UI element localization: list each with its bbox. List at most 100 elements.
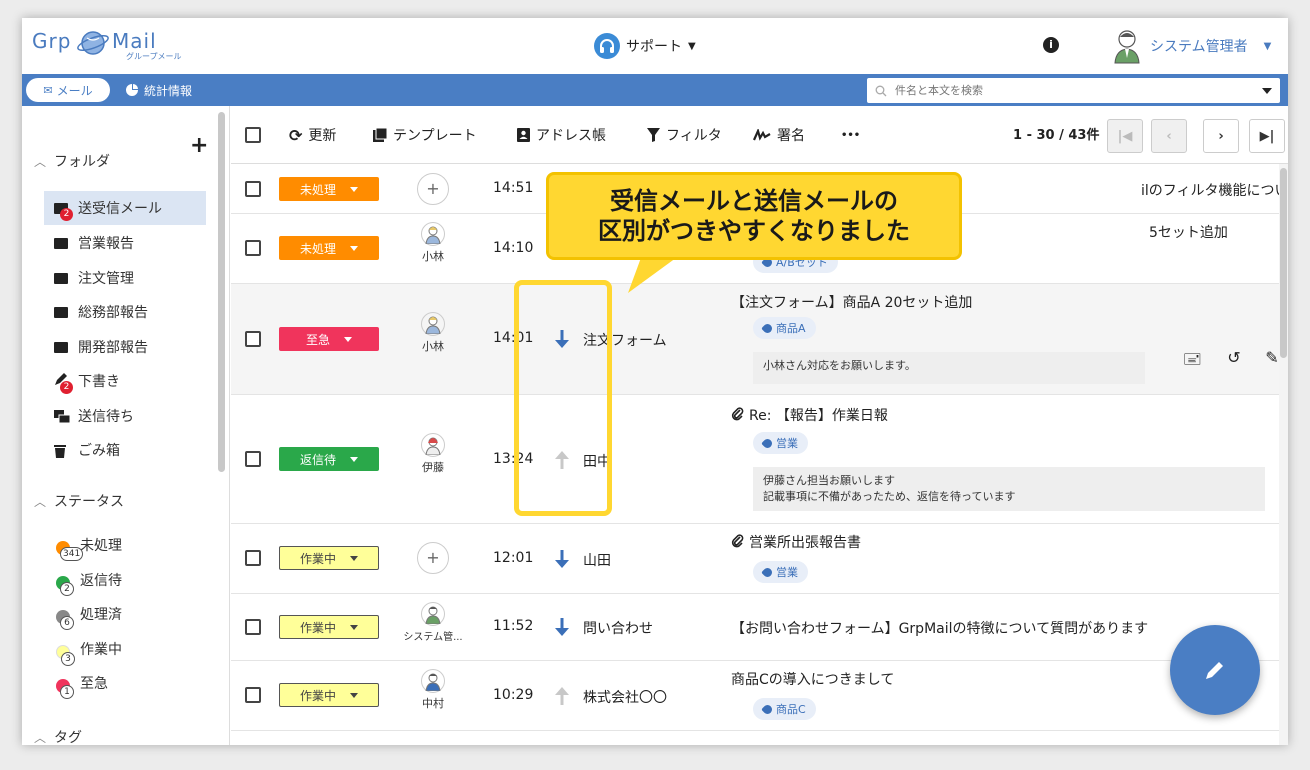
status-dropdown[interactable]: 作業中: [279, 615, 379, 639]
assignee-name: 中村: [422, 697, 444, 710]
status-value: 作業中: [299, 688, 336, 703]
info-icon[interactable]: i: [1043, 37, 1059, 53]
mail-tag[interactable]: 営業: [753, 432, 808, 454]
folder-icon: [54, 272, 68, 284]
caret-down-icon: [350, 245, 358, 251]
template-button[interactable]: テンプレート: [373, 124, 477, 146]
folder-label: 送受信メール: [78, 201, 162, 217]
more-actions-button[interactable]: •••: [841, 124, 860, 146]
folders-section-header[interactable]: ︿ フォルダ: [34, 150, 110, 172]
callout-line: 受信メールと送信メールの: [610, 187, 898, 215]
logo-text-left: Grp: [32, 29, 72, 53]
filter-button[interactable]: フィルタ: [647, 124, 722, 146]
sidebar-item-general-affairs[interactable]: 総務部報告: [44, 295, 206, 329]
mail-row[interactable]: 作業中 + 12:01 山田 営業所出張報告書 営業: [231, 524, 1279, 594]
row-checkbox[interactable]: [245, 619, 261, 635]
assignee-avatar[interactable]: 小林: [415, 312, 451, 354]
tab-mail[interactable]: ✉ メール: [26, 78, 110, 102]
sidebar-item-outbox-pending[interactable]: 送信待ち: [44, 399, 206, 433]
mail-tag[interactable]: 商品C: [753, 698, 816, 720]
status-dropdown[interactable]: 作業中: [279, 546, 379, 570]
sidebar-item-order-management[interactable]: 注文管理: [44, 261, 206, 295]
history-icon[interactable]: ↺: [1225, 348, 1243, 367]
sidebar-status-unprocessed[interactable]: 341 未処理: [56, 531, 122, 565]
select-all-checkbox[interactable]: [245, 127, 261, 143]
compose-button[interactable]: [1170, 625, 1260, 715]
mail-subject: Re: 【報告】作業日報: [749, 408, 888, 424]
mail-row[interactable]: 作業中 中村 10:29 株式会社〇〇 商品Cの導入につきまして 商品C: [231, 661, 1279, 731]
mail-from: 問い合わせ: [583, 621, 653, 637]
tab-stats[interactable]: 統計情報: [126, 78, 192, 102]
row-checkbox[interactable]: [245, 550, 261, 566]
pencil-icon: [1206, 662, 1223, 679]
sidebar-item-drafts[interactable]: 2 下書き: [44, 364, 206, 398]
status-dropdown[interactable]: 返信待: [279, 447, 379, 471]
sidebar-item-inbox-outbox[interactable]: 2 送受信メール: [44, 191, 206, 225]
sidebar-item-development[interactable]: 開発部報告: [44, 330, 206, 364]
status-label: 作業中: [80, 642, 122, 658]
search-input[interactable]: [895, 84, 1255, 97]
address-book-button[interactable]: アドレス帳: [517, 124, 606, 146]
last-page-icon: ▶|: [1259, 128, 1275, 144]
mail-time: 14:10: [493, 240, 534, 256]
app-logo[interactable]: Grp Mail グループメール: [32, 29, 182, 63]
sidebar-status-done[interactable]: 6 処理済: [56, 600, 122, 634]
pencil-icon: 2: [54, 373, 73, 394]
scrollbar-thumb[interactable]: [1280, 168, 1287, 358]
sidebar-status-in-progress[interactable]: 3 作業中: [56, 635, 122, 669]
sidebar-item-sales-report[interactable]: 営業報告: [44, 226, 206, 260]
mail-tag[interactable]: 営業: [753, 561, 808, 583]
status-dropdown[interactable]: 未処理: [279, 236, 379, 260]
add-assignee-button[interactable]: +: [417, 173, 449, 205]
refresh-button[interactable]: ⟳ 更新: [289, 124, 336, 146]
tag-icon: [761, 565, 774, 579]
status-dropdown[interactable]: 作業中: [279, 683, 379, 707]
signature-button[interactable]: 署名: [753, 124, 805, 146]
mail-row[interactable]: 至急 小林 14:01 注文フォーム 【注文フォーム】商品A 20セット追加 商…: [231, 284, 1279, 395]
mail-list-scrollbar[interactable]: [1279, 164, 1288, 745]
attachment-icon: [731, 407, 744, 421]
add-assignee-button[interactable]: +: [417, 542, 449, 574]
mail-memo: 小林さん対応をお願いします。: [753, 352, 1145, 384]
first-page-button[interactable]: |◀: [1107, 119, 1143, 153]
tags-section-header[interactable]: ︿ タグ: [34, 726, 82, 745]
status-dropdown[interactable]: 未処理: [279, 177, 379, 201]
mailbox-action-icon[interactable]: 🖃: [1183, 348, 1202, 368]
filter-icon: [647, 128, 660, 142]
status-count: 1: [60, 685, 74, 699]
sidebar-item-trash[interactable]: ごみ箱: [44, 433, 206, 467]
assignee-avatar[interactable]: 小林: [415, 222, 451, 264]
status-value: 作業中: [299, 551, 336, 566]
support-menu[interactable]: サポート ▼: [594, 32, 696, 60]
next-page-button[interactable]: ›: [1203, 119, 1239, 153]
address-book-label: アドレス帳: [536, 128, 606, 144]
sidebar-scrollbar[interactable]: [218, 112, 225, 472]
mail-time: 12:01: [493, 550, 534, 566]
status-section-header[interactable]: ︿ ステータス: [34, 490, 124, 512]
mail-row[interactable]: 返信待 伊藤 13:24 田中 Re: 【報告】作業日報 営業 伊藤さん担当お願…: [231, 395, 1279, 524]
signature-label: 署名: [777, 128, 805, 144]
sidebar-status-urgent[interactable]: 1 至急: [56, 669, 108, 703]
row-checkbox[interactable]: [245, 240, 261, 256]
tag-icon: [761, 436, 774, 450]
assignee-avatar[interactable]: 中村: [415, 669, 451, 711]
mail-row[interactable]: 作業中 システム管... 11:52 問い合わせ 【お問い合わせフォーム】Grp…: [231, 594, 1279, 661]
add-folder-button[interactable]: +: [190, 133, 208, 158]
row-checkbox[interactable]: [245, 181, 261, 197]
row-checkbox[interactable]: [245, 331, 261, 347]
assignee-avatar[interactable]: システム管...: [403, 602, 463, 643]
mail-tag[interactable]: 商品A: [753, 317, 816, 339]
row-checkbox[interactable]: [245, 687, 261, 703]
last-page-button[interactable]: ▶|: [1249, 119, 1285, 153]
user-menu[interactable]: システム管理者 ▼: [1112, 26, 1271, 66]
mail-subject: ilのフィルタ機能について: [1141, 183, 1288, 199]
sidebar-status-awaiting-reply[interactable]: 2 返信待: [56, 566, 122, 600]
logo-subtitle: グループメール: [126, 52, 182, 61]
person-icon: [421, 312, 445, 336]
search-options-caret-icon[interactable]: [1262, 88, 1272, 94]
row-checkbox[interactable]: [245, 451, 261, 467]
prev-page-button[interactable]: ‹: [1151, 119, 1187, 153]
toolbar: ⟳ 更新 テンプレート アドレス帳 フィルタ 署名 ••• 1 - 30 / 4…: [231, 106, 1288, 164]
assignee-avatar[interactable]: 伊藤: [415, 433, 451, 475]
status-dropdown[interactable]: 至急: [279, 327, 379, 351]
